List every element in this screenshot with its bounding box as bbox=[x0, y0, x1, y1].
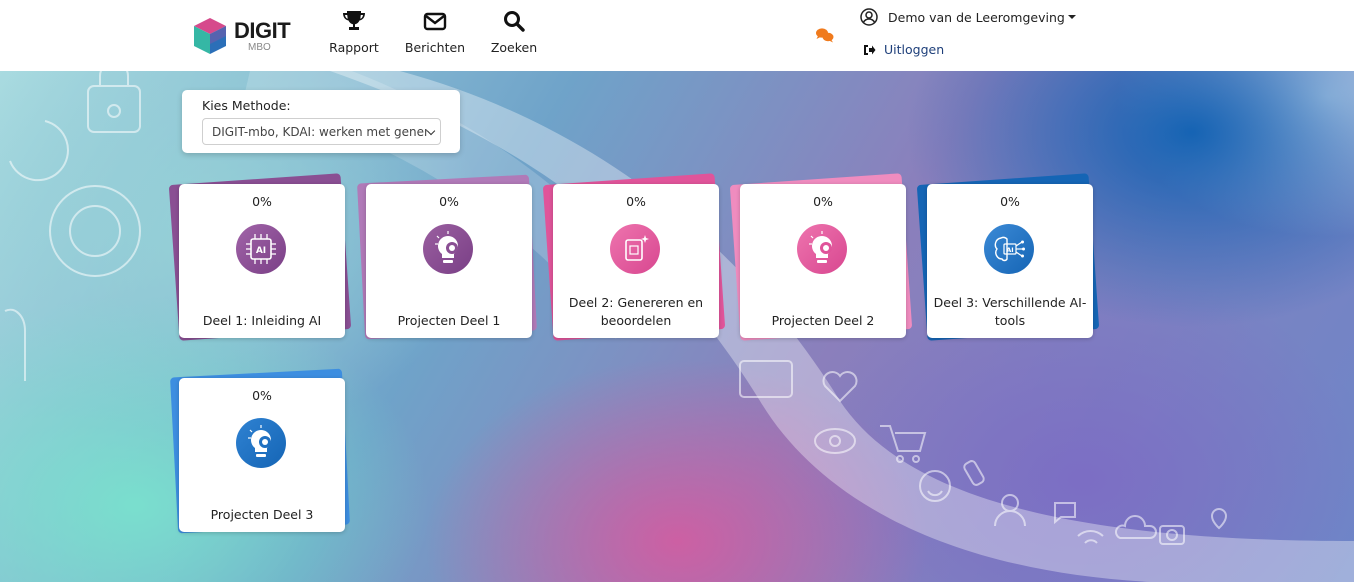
method-label: Kies Methode: bbox=[202, 98, 291, 113]
search-icon bbox=[504, 11, 525, 32]
module-title: Deel 2: Genereren en beoordelen bbox=[568, 295, 704, 328]
module-card-deel-2[interactable]: 0% Deel 2: Genereren en beoordelen bbox=[553, 184, 719, 338]
module-progress: 0% bbox=[252, 194, 272, 209]
lightbulb-gear-icon bbox=[797, 224, 847, 274]
logout-link[interactable]: Uitloggen bbox=[863, 42, 944, 57]
nav-rapport-label: Rapport bbox=[329, 40, 379, 55]
logout-label: Uitloggen bbox=[884, 42, 945, 57]
module-card-projecten-1[interactable]: 0% Projecten Deel 1 bbox=[366, 184, 532, 338]
module-title: Projecten Deel 3 bbox=[210, 507, 314, 522]
trophy-icon bbox=[343, 11, 365, 30]
ai-brain-icon: AI bbox=[984, 224, 1034, 274]
nav-rapport[interactable]: Rapport bbox=[328, 10, 380, 55]
module-progress: 0% bbox=[1000, 194, 1020, 209]
module-card-projecten-3[interactable]: 0% Projecten Deel 3 bbox=[179, 378, 345, 532]
brand-name: DIGIT bbox=[234, 17, 291, 43]
ai-document-icon bbox=[610, 224, 660, 274]
module-progress: 0% bbox=[252, 388, 272, 403]
module-progress: 0% bbox=[813, 194, 833, 209]
module-card-deel-3[interactable]: 0% AI Deel 3: Verschillende AI-tools bbox=[927, 184, 1093, 338]
module-card-wrapper: 0% AI Deel 1: Inleiding AI bbox=[168, 173, 352, 341]
top-navbar: DIGIT MBO Rapport Berichten Zoeken Demo … bbox=[0, 0, 1354, 71]
module-progress: 0% bbox=[439, 194, 459, 209]
cube-logo-icon bbox=[194, 18, 226, 54]
caret-down-icon bbox=[1067, 15, 1076, 19]
chat-bubbles-icon[interactable] bbox=[815, 27, 835, 43]
nav-zoeken-label: Zoeken bbox=[490, 40, 538, 55]
nav-berichten-label: Berichten bbox=[404, 40, 466, 55]
module-card-wrapper: 0% Deel 2: Genereren en beoordelen bbox=[542, 173, 726, 341]
nav-berichten[interactable]: Berichten bbox=[403, 10, 467, 55]
module-progress: 0% bbox=[626, 194, 646, 209]
method-select-value: DIGIT-mbo, KDAI: werken met generatieve … bbox=[212, 124, 427, 139]
ai-chip-icon: AI bbox=[236, 224, 286, 274]
module-title: Deel 3: Verschillende AI-tools bbox=[933, 295, 1087, 328]
svg-text:AI: AI bbox=[1006, 246, 1013, 254]
method-select[interactable]: DIGIT-mbo, KDAI: werken met generatieve … bbox=[202, 118, 441, 145]
module-card-deel-1[interactable]: 0% AI Deel 1: Inleiding AI bbox=[179, 184, 345, 338]
sign-out-icon bbox=[864, 44, 876, 55]
module-card-wrapper: 0% Projecten Deel 1 bbox=[357, 174, 537, 340]
module-title: Projecten Deel 1 bbox=[397, 313, 501, 328]
user-menu[interactable]: Demo van de Leeromgeving bbox=[860, 8, 1076, 26]
nav-zoeken[interactable]: Zoeken bbox=[490, 10, 538, 55]
lightbulb-gear-icon bbox=[236, 418, 286, 468]
module-title: Deel 1: Inleiding AI bbox=[202, 313, 322, 328]
module-card-wrapper: 0% Projecten Deel 2 bbox=[729, 173, 913, 341]
lightbulb-gear-icon bbox=[423, 224, 473, 274]
svg-text:AI: AI bbox=[256, 246, 266, 256]
brand-sub: MBO bbox=[248, 41, 271, 53]
digit-logo[interactable]: DIGIT MBO bbox=[192, 14, 292, 58]
user-name: Demo van de Leeromgeving bbox=[888, 9, 1065, 25]
method-selector-panel: Kies Methode: DIGIT-mbo, KDAI: werken me… bbox=[182, 90, 460, 153]
module-card-wrapper: 0% AI Deel 3: Verschillende AI-tools bbox=[916, 173, 1100, 341]
module-title: Projecten Deel 2 bbox=[771, 313, 875, 328]
module-card-wrapper: 0% Projecten Deel 3 bbox=[170, 368, 350, 534]
module-card-projecten-2[interactable]: 0% Projecten Deel 2 bbox=[740, 184, 906, 338]
envelope-icon bbox=[423, 12, 447, 31]
user-circle-icon bbox=[860, 8, 878, 26]
chevron-down-icon bbox=[426, 126, 436, 136]
